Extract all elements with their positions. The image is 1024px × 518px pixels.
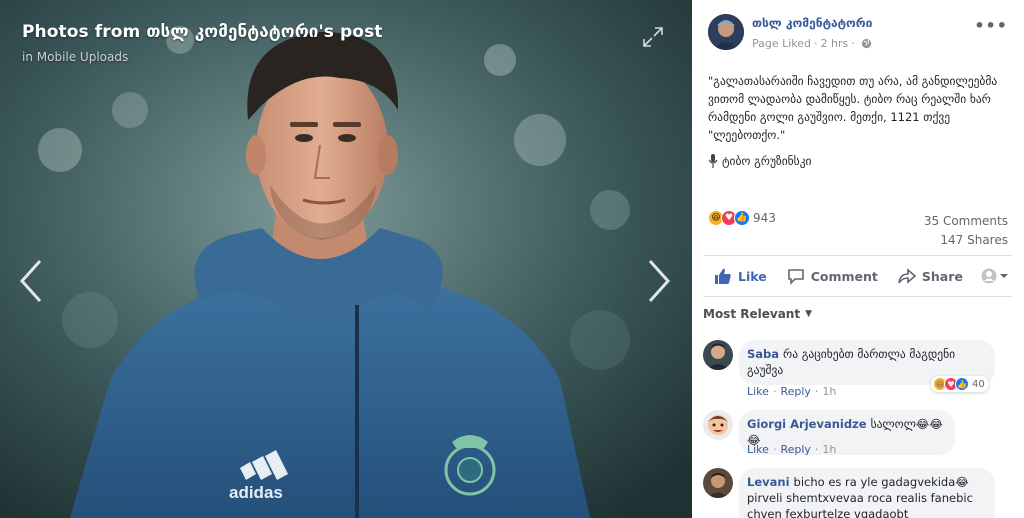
comment-author[interactable]: Levani — [747, 475, 790, 489]
commenter-avatar[interactable] — [703, 410, 733, 440]
comment-text: bicho es ra yle gadagvekida😂 — [793, 475, 969, 489]
share-arrow-icon — [898, 268, 916, 284]
share-label: Share — [921, 268, 963, 284]
comment-text: pirveli shemtxvevaa roca realis fanebic — [747, 491, 973, 505]
comment-label: Comment — [810, 268, 878, 284]
viewer-title: Photos from თსლ კომენტატორი's post — [22, 22, 383, 42]
reaction-summary[interactable]: 😆 ♥ 👍 943 — [708, 210, 776, 226]
comment-time[interactable]: 1h — [822, 443, 836, 456]
photo[interactable]: adidas — [0, 0, 692, 518]
comment-like-link[interactable]: Like — [747, 443, 769, 456]
comment-text: გაუშვა — [747, 363, 784, 377]
comment-reply-link[interactable]: Reply — [780, 385, 810, 398]
comment-actions: Like · Reply · 1h — [747, 385, 836, 398]
comment-actions: Like · Reply · 1h — [747, 443, 836, 456]
page-liked-label: Page Liked — [752, 37, 812, 50]
comment-author[interactable]: Saba — [747, 347, 779, 361]
comment-bubble: Levani bicho es ra yle gadagvekida😂 pirve… — [739, 468, 995, 518]
comment-time[interactable]: 1h — [822, 385, 836, 398]
commenter-avatar[interactable] — [703, 468, 733, 498]
post-header: თსლ კომენტატორი Page Liked · 2 hrs · ••• — [692, 0, 1024, 60]
globe-icon[interactable] — [861, 38, 872, 49]
more-icon[interactable]: ••• — [974, 16, 1008, 35]
reaction-count[interactable]: 943 — [753, 211, 776, 225]
action-bar: Like Comment Share — [704, 255, 1012, 297]
chevron-right-icon[interactable] — [646, 258, 672, 304]
comment-reply-link[interactable]: Reply — [780, 443, 810, 456]
comment-button[interactable]: Comment — [777, 267, 888, 285]
like-label: Like — [738, 268, 767, 284]
engagement-counts: 35 Comments 147 Shares — [924, 212, 1008, 250]
kit-brand-text: adidas — [229, 483, 283, 502]
comment-actions-separator: · — [814, 385, 819, 398]
page-name[interactable]: თსლ კომენტატორი — [752, 16, 872, 30]
comment-text: chven fexburtelze vqadaobt — [747, 507, 909, 518]
post-time[interactable]: 2 hrs — [821, 37, 849, 50]
post-panel: თსლ კომენტატორი Page Liked · 2 hrs · •••… — [692, 0, 1024, 518]
player-photo: adidas — [0, 0, 692, 518]
commenter-avatar[interactable] — [703, 340, 733, 370]
signature-text: ტიბო გრუზინსკი — [722, 154, 812, 168]
comment-sort-dropdown[interactable]: Most Relevant ▼ — [703, 307, 812, 321]
comment-text: რა გაციხებთ მართლა მაგდენი — [783, 347, 956, 361]
sort-label: Most Relevant — [703, 307, 801, 321]
like-button[interactable]: Like — [704, 267, 777, 285]
post-text: "გალათასარაიში ჩავედით თუ არა, ამ განდილ… — [708, 74, 998, 142]
thumbs-up-icon — [715, 268, 731, 284]
like-react-icon: 👍 — [734, 210, 750, 226]
like-react-icon: 👍 — [955, 377, 969, 391]
post-meta: Page Liked · 2 hrs · — [752, 37, 872, 50]
comment-actions-separator: · — [772, 443, 777, 456]
comment-reactions[interactable]: 😆 ♥ 👍 40 — [931, 376, 989, 392]
comments-count[interactable]: 35 Comments — [924, 212, 1008, 231]
avatar-select-icon[interactable] — [981, 268, 1012, 284]
album-link[interactable]: in Mobile Uploads — [22, 50, 383, 64]
chevron-left-icon[interactable] — [18, 258, 44, 304]
photo-viewer: adidas Photos from თსლ კომენტატორი's pos… — [0, 0, 692, 518]
meta-separator: · — [814, 37, 818, 50]
comment-actions-separator: · — [772, 385, 777, 398]
microphone-icon — [708, 154, 718, 168]
post-signature: ტიბო გრუზინსკი — [708, 152, 812, 170]
meta-separator: · — [851, 37, 855, 50]
comment-author[interactable]: Giorgi Arjevanidze — [747, 417, 867, 431]
caret-down-icon: ▼ — [805, 309, 812, 319]
expand-icon[interactable] — [642, 26, 664, 48]
shares-count[interactable]: 147 Shares — [924, 231, 1008, 250]
viewer-header: Photos from თსლ კომენტატორი's post in Mo… — [22, 22, 383, 64]
page-avatar[interactable] — [708, 14, 744, 50]
speech-bubble-icon — [787, 269, 804, 285]
comment-like-link[interactable]: Like — [747, 385, 769, 398]
comment-actions-separator: · — [814, 443, 819, 456]
share-button[interactable]: Share — [888, 267, 973, 285]
comment-reaction-count: 40 — [972, 378, 985, 390]
